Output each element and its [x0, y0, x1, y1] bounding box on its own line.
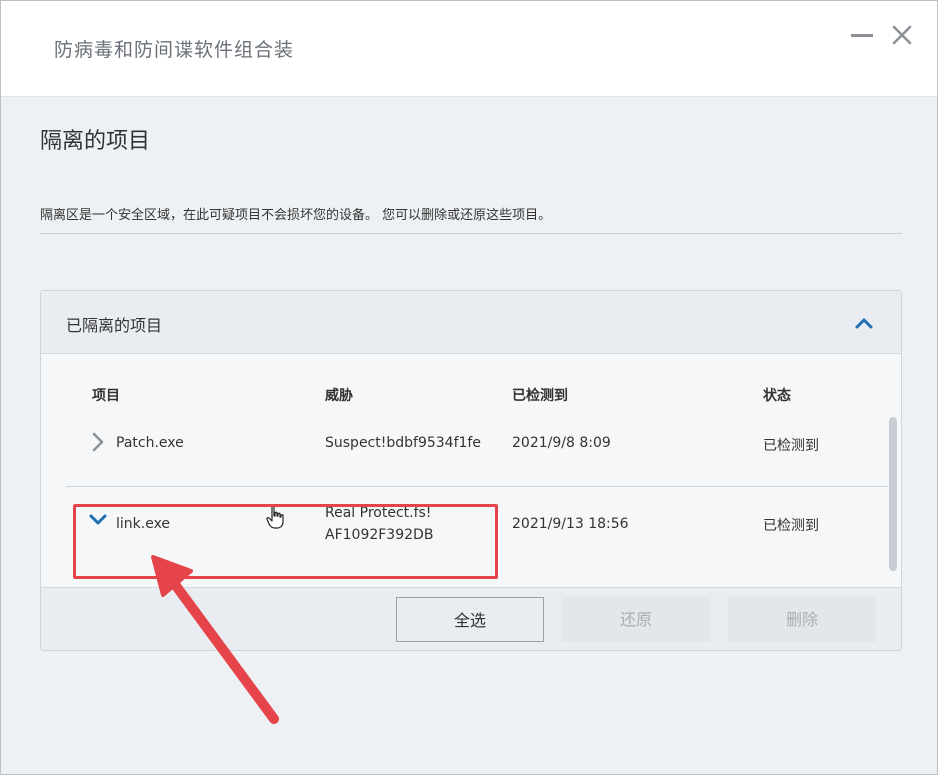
column-header-threat: 威胁 — [325, 388, 353, 404]
title-bar: 防病毒和防间谍软件组合装 — [1, 1, 937, 97]
column-header-item: 项目 — [92, 388, 120, 404]
row-status: 已检测到 — [763, 438, 819, 454]
divider — [40, 233, 902, 234]
page-description: 隔离区是一个安全区域，在此可疑项目不会损坏您的设备。 您可以删除或还原这些项目。 — [40, 208, 552, 223]
row-detected-date: 2021/9/8 8:09 — [512, 435, 611, 451]
column-header-status: 状态 — [763, 388, 791, 404]
app-title: 防病毒和防间谍软件组合装 — [54, 39, 295, 61]
minimize-button[interactable] — [848, 21, 876, 49]
chevron-up-icon[interactable] — [854, 315, 874, 331]
column-header-detected: 已检测到 — [512, 388, 568, 404]
vertical-scrollbar[interactable] — [889, 417, 897, 571]
row-status: 已检测到 — [763, 518, 819, 534]
table-row[interactable]: Patch.exe Suspect!bdbf9534f1fe 2021/9/8 … — [66, 425, 888, 487]
panel-header[interactable]: 已隔离的项目 — [41, 291, 901, 354]
minimize-icon — [851, 34, 873, 37]
panel-title: 已隔离的项目 — [66, 316, 163, 335]
close-button[interactable] — [888, 21, 916, 49]
annotation-arrow-icon — [151, 555, 279, 724]
row-threat: Suspect!bdbf9534f1fe — [325, 435, 481, 451]
row-item-name: Patch.exe — [116, 435, 184, 451]
app-window: 防病毒和防间谍软件组合装 隔离的项目 隔离区是一个安全区域，在此可疑项目不会损坏… — [0, 0, 938, 775]
chevron-right-icon[interactable] — [91, 432, 105, 452]
close-icon — [892, 25, 912, 45]
page-title: 隔离的项目 — [40, 129, 151, 154]
row-detected-date: 2021/9/13 18:56 — [512, 516, 629, 532]
restore-button[interactable]: 还原 — [562, 597, 710, 642]
delete-button[interactable]: 删除 — [728, 597, 876, 642]
select-all-button[interactable]: 全选 — [396, 597, 544, 642]
